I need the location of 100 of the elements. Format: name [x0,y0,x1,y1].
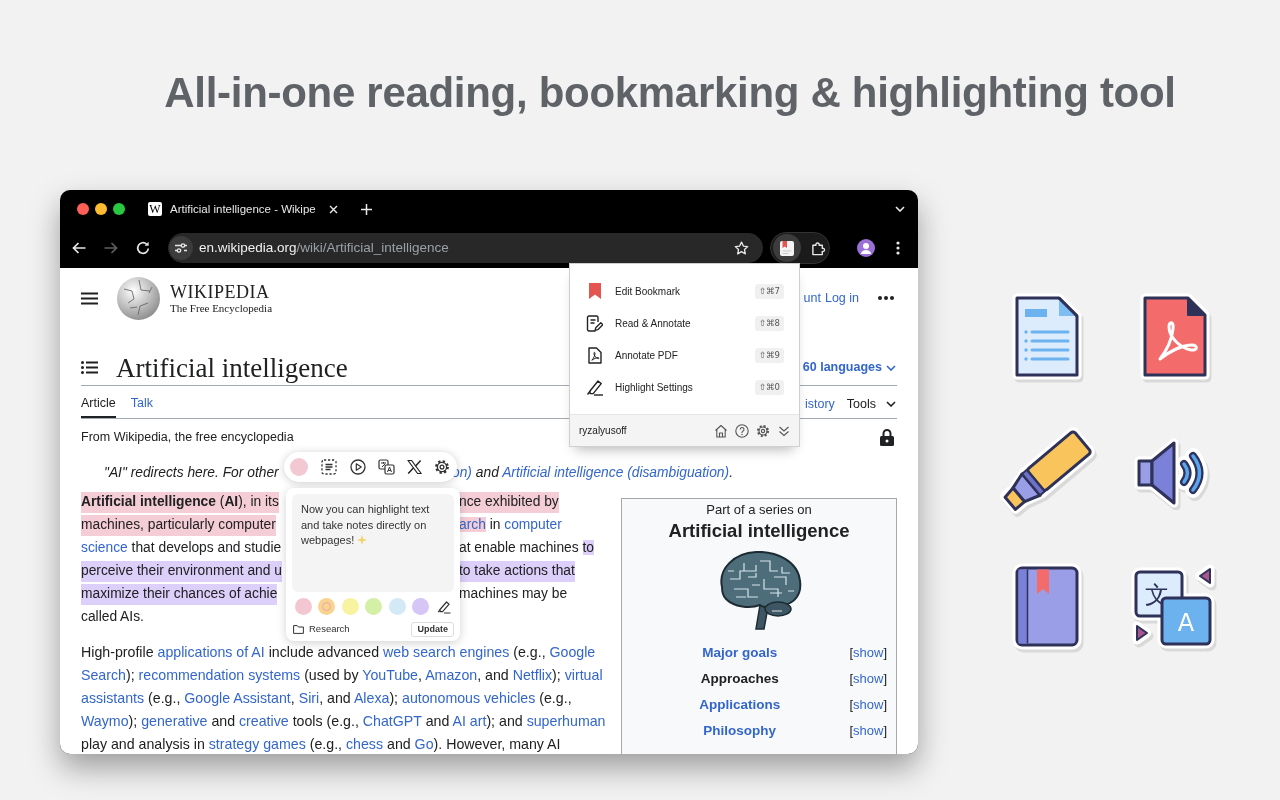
play-icon[interactable] [350,459,366,475]
text-select-icon[interactable] [321,459,337,475]
article-link[interactable]: chess [346,735,384,752]
infobox-heading[interactable]: Major goals [702,642,778,664]
article-link[interactable]: strategy games [208,735,306,752]
extension-button[interactable] [773,234,801,262]
more-icon[interactable] [896,241,900,255]
folder-icon [293,624,304,634]
star-icon[interactable] [734,240,749,256]
settings-icon[interactable] [434,459,450,475]
article-link[interactable]: Artificial intelligence (disambiguation) [502,464,730,480]
address-bar[interactable]: en.wikipedia.org/wiki/Artificial_intelligence [168,233,763,263]
article-link[interactable]: AI art [452,712,487,729]
color-swatch[interactable] [341,598,359,615]
chevron-down-icon[interactable] [895,206,905,212]
folder-selector[interactable]: Research [292,621,350,637]
article-link[interactable]: superhuman [526,712,606,729]
article-link[interactable]: Alexa [353,689,390,706]
color-swatch[interactable] [318,598,336,615]
page-tab[interactable]: Article [81,386,116,418]
show-toggle[interactable]: [show] [849,721,887,741]
account-link[interactable]: unt [803,288,821,308]
color-swatch[interactable] [290,458,308,476]
avatar-icon[interactable] [857,239,875,257]
article-link[interactable]: assistants [81,689,145,706]
article-text: science that develops and studie [81,539,282,558]
page-tab[interactable]: Talk [130,386,153,418]
puzzle-icon[interactable] [811,240,826,256]
help-icon[interactable] [735,423,749,438]
article-text: play and analysis in strategy games (e.g., chess and Go). However, many AI [81,734,561,754]
globe-logo-icon[interactable] [117,276,160,320]
article-link[interactable]: Netflix [512,666,553,683]
article-link[interactable]: Google Assistant [184,689,291,706]
infobox-heading: Approaches [700,669,779,688]
x-logo-icon[interactable] [407,460,422,474]
article-link[interactable]: creative [239,712,289,729]
chevron-down-icon [886,364,896,371]
article-text: called AIs. [81,608,144,627]
favicon: W [148,202,162,216]
more-icon[interactable] [878,296,894,300]
reload-icon[interactable] [136,241,150,255]
username: ryzalyusoff [579,424,627,438]
article-link[interactable]: science [81,540,128,556]
window-minimize-button[interactable] [95,203,107,215]
article-text: at enable machines to [459,539,594,558]
languages-button[interactable]: 60 languages [802,358,897,377]
note-field[interactable]: Now you can highlight text and take notes directly on webpages! [292,494,454,592]
menu-item[interactable]: Edit Bookmark ⇧⌘7 [570,275,799,307]
article-link[interactable]: YouTube [362,666,418,683]
article-link[interactable]: web search engines [383,643,510,660]
tools-menu[interactable]: Tools [846,394,897,414]
menu-icon[interactable] [81,291,98,305]
color-swatch[interactable] [388,598,406,615]
update-button[interactable]: Update [411,621,454,637]
list-icon[interactable] [81,361,98,374]
article-link[interactable]: generative [141,712,208,729]
color-swatch[interactable] [411,598,429,615]
show-toggle[interactable]: [show] [849,669,887,689]
infobox-heading[interactable]: Philosophy [703,720,777,742]
pdf-file-icon [587,346,602,364]
translate-icon[interactable] [378,459,395,475]
article-link[interactable]: arch [459,517,486,533]
article-link[interactable]: Google [549,643,596,660]
lock-icon[interactable] [880,428,894,446]
menu-item[interactable]: Highlight Settings ⇧⌘0 [570,371,799,403]
article-link[interactable]: computer [504,517,562,533]
tab-title[interactable]: Artificial intelligence - Wikipe [170,201,320,217]
article-link[interactable]: applications of AI [157,643,265,660]
close-icon[interactable] [329,204,338,214]
account-link[interactable]: Log in [824,288,859,308]
plus-icon[interactable] [361,203,372,215]
article-link[interactable]: recommendation systems [138,666,301,683]
eraser-icon[interactable] [437,599,451,614]
article-link[interactable]: Search [81,666,126,683]
article-link[interactable]: virtual [564,666,603,683]
infobox-heading[interactable]: Applications [699,694,781,716]
highlighted-text: maximize their chances of achie [81,584,278,605]
window-zoom-button[interactable] [113,203,125,215]
wordmark[interactable]: WIKIPEDIA [170,281,272,302]
highlighted-text: nce exhibited by [459,492,559,513]
article-link[interactable]: ChatGPT [362,712,422,729]
color-swatch[interactable] [365,598,383,615]
window-close-button[interactable] [77,203,89,215]
highlighted-text: to [582,540,594,556]
site-info-button[interactable] [169,236,193,260]
menu-item[interactable]: Annotate PDF ⇧⌘9 [570,339,799,371]
article-link[interactable]: Go [414,735,434,752]
color-swatch[interactable] [295,598,312,615]
home-icon[interactable] [714,423,728,438]
show-toggle[interactable]: [show] [849,695,887,715]
highlighted-text: perceive their environment and u [81,561,282,582]
menu-item[interactable]: Read & Annotate ⇧⌘8 [570,307,799,339]
article-link[interactable]: Waymo [81,712,129,729]
article-link[interactable]: autonomous vehicles [402,689,536,706]
page-tab[interactable]: istory [804,394,835,414]
arrow-left-icon[interactable] [72,241,86,255]
headline: All-in-one reading, bookmarking & highlighting tool [164,68,1176,118]
show-toggle[interactable]: [show] [849,643,887,663]
infobox-title: Artificial intelligence [668,519,850,543]
settings-icon[interactable] [756,423,770,438]
